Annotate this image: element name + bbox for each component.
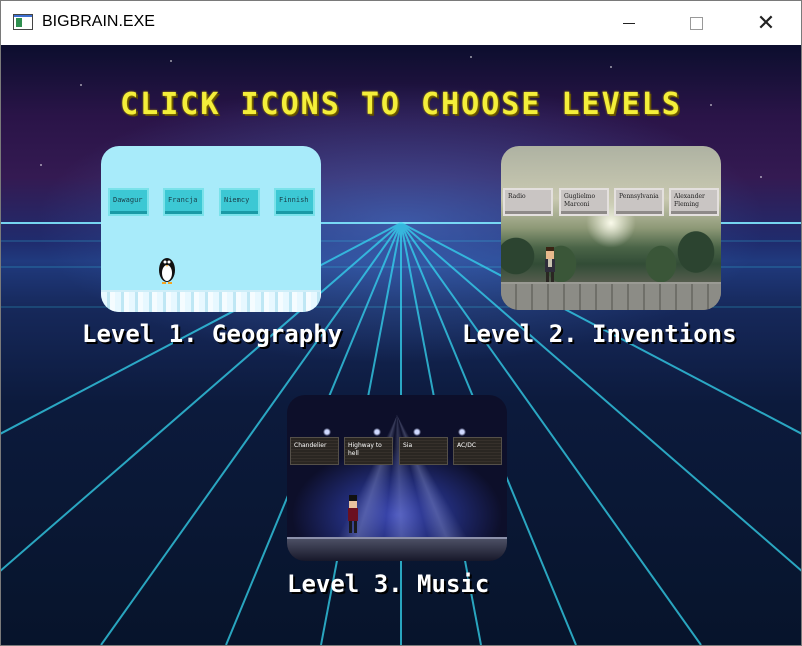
answer-tile: AC/DC [453, 437, 502, 465]
answer-tile: Radio [503, 188, 553, 216]
level-1-label[interactable]: Level 1. Geography [82, 320, 342, 348]
maximize-button[interactable] [673, 1, 719, 45]
game-screen: CLICK ICONS TO CHOOSE LEVELS Dawagur Fra… [1, 45, 801, 645]
stage-lights [287, 428, 507, 436]
minimize-icon [623, 23, 635, 24]
close-icon: ✕ [756, 10, 776, 36]
concert-stage [287, 537, 507, 561]
level-3-icon[interactable]: Chandelier Highway to hell Sia AC/DC [287, 395, 507, 561]
answer-tile: Alexander Fleming [669, 188, 719, 216]
close-button[interactable]: ✕ [743, 1, 789, 45]
answer-tile: Niemcy [219, 188, 260, 216]
window-title: BIGBRAIN.EXE [42, 13, 155, 30]
window-app-icon [13, 14, 33, 30]
answer-tile: Sia [399, 437, 448, 465]
stone-floor [501, 282, 721, 310]
app-window: BIGBRAIN.EXE ✕ CLICK ICONS TO CHOOSE LEV… [0, 0, 802, 646]
answer-tile: Finnish [274, 188, 315, 216]
answer-tile: Dawagur [108, 188, 149, 216]
answer-tile: Francja [163, 188, 204, 216]
headline-text: CLICK ICONS TO CHOOSE LEVELS [120, 87, 682, 122]
penguin-icon [159, 258, 175, 284]
title-bar: BIGBRAIN.EXE ✕ [1, 1, 801, 45]
inventor-icon [545, 247, 555, 284]
level-1-icon[interactable]: Dawagur Francja Niemcy Finnish [101, 146, 321, 312]
musician-icon [348, 495, 358, 533]
level-2-label[interactable]: Level 2. Inventions [462, 320, 737, 348]
level-2-icon[interactable]: Radio Guglielmo Marconi Pennsylvania Ale… [501, 146, 721, 310]
answer-tile: Highway to hell [344, 437, 393, 465]
ice-floor [101, 290, 321, 312]
forest-background [501, 226, 721, 286]
answer-tile: Chandelier [290, 437, 339, 465]
maximize-icon [689, 17, 703, 30]
answer-tile: Pennsylvania [614, 188, 664, 216]
answer-tile: Guglielmo Marconi [559, 188, 609, 216]
level-3-label[interactable]: Level 3. Music [287, 570, 489, 598]
minimize-button[interactable] [606, 1, 652, 45]
